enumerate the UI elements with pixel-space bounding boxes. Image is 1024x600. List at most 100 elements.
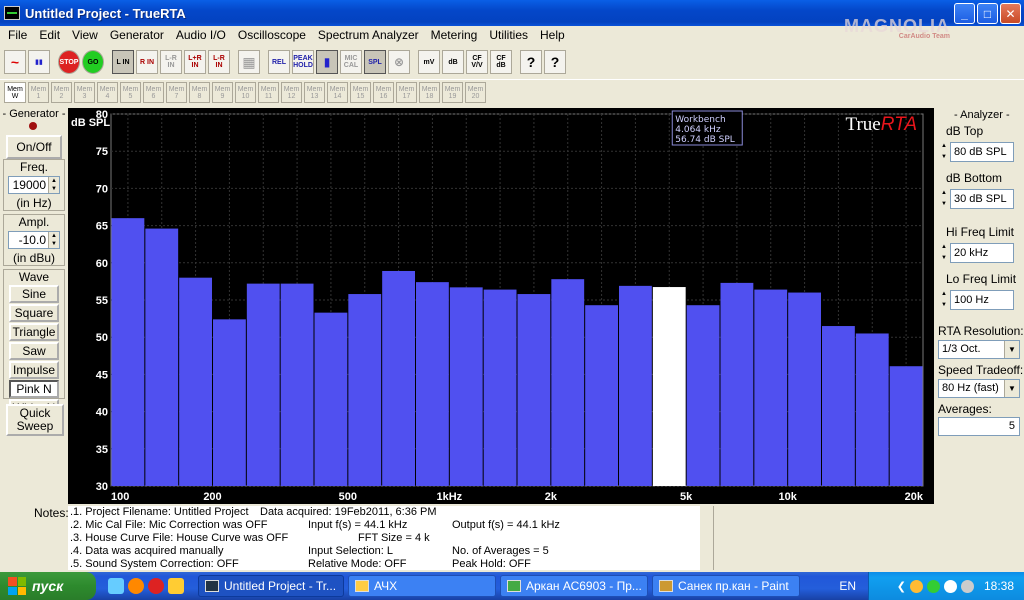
menu-edit[interactable]: Edit [33, 28, 66, 42]
mem-3-button[interactable]: Mem 3 [74, 82, 95, 103]
wave-square-button[interactable]: Square [9, 304, 59, 322]
menu-file[interactable]: File [2, 28, 33, 42]
menu-view[interactable]: View [66, 28, 104, 42]
l-r-in-button[interactable]: L-R IN [208, 50, 230, 74]
tray-volume-icon[interactable] [960, 579, 974, 593]
mem-10-button[interactable]: Mem 10 [235, 82, 256, 103]
db-button[interactable]: dB [442, 50, 464, 74]
menu-utilities[interactable]: Utilities [483, 28, 534, 42]
spin-up-icon[interactable]: ▲ [49, 177, 59, 185]
close-button[interactable]: ✕ [1000, 3, 1021, 24]
mv-button[interactable]: mV [418, 50, 440, 74]
ampl-spinner[interactable]: -10.0 ▲ ▼ [8, 231, 60, 249]
averages-field[interactable]: 5 [938, 417, 1020, 436]
stop-button[interactable]: STOP [58, 50, 80, 74]
spin-down-icon[interactable]: ▼ [938, 300, 950, 311]
dropdown-arrow-icon[interactable]: ▼ [1004, 341, 1019, 358]
ampl-value[interactable]: -10.0 [9, 232, 48, 248]
tray-monitor-icon[interactable] [943, 579, 957, 593]
menu-generator[interactable]: Generator [104, 28, 170, 42]
menu-metering[interactable]: Metering [425, 28, 484, 42]
wave-pink-noise-button[interactable]: Pink N [9, 380, 59, 398]
mem-8-button[interactable]: Mem 8 [189, 82, 210, 103]
generator-onoff-button[interactable]: On/Off [6, 135, 62, 159]
tray-expand-icon[interactable]: ❮ [897, 580, 906, 593]
spin-down-icon[interactable]: ▼ [49, 185, 59, 193]
task-paint[interactable]: Санек пр.кан - Paint [652, 575, 800, 597]
go-button[interactable]: GO [82, 50, 104, 74]
grid-button[interactable]: ▦ [238, 50, 260, 74]
notes-box[interactable]: .1. Project Filename: Untitled Project D… [68, 506, 700, 570]
bars-view-button[interactable]: ▮ [316, 50, 338, 74]
mem-15-button[interactable]: Mem 15 [350, 82, 371, 103]
left-in-button[interactable]: L IN [112, 50, 134, 74]
cf-db-button[interactable]: CF dB [490, 50, 512, 74]
spectrum-plot[interactable]: 3035404550556065707580dB SPL100 200 500 1kH… [68, 108, 934, 504]
spin-up-icon[interactable]: ▲ [938, 141, 950, 152]
hi-freq-field[interactable]: 20 kHz [950, 243, 1014, 263]
spin-up-icon[interactable]: ▲ [49, 232, 59, 240]
app-icon[interactable] [4, 6, 20, 20]
menu-spectrum-analyzer[interactable]: Spectrum Analyzer [312, 28, 425, 42]
spin-down-icon[interactable]: ▼ [49, 240, 59, 248]
rta-chart[interactable]: 30 35 40 45 50 55 60 65 70 75 80 dB SPL 100 200 500 1kH… [68, 108, 934, 504]
sine-wave-button[interactable]: ~ [4, 50, 26, 74]
context-help-button[interactable]: ? [544, 50, 566, 74]
mem-w-button[interactable]: Mem W [4, 82, 26, 103]
mic-cal-button[interactable]: MIC CAL [340, 50, 362, 74]
tray-network-icon[interactable] [926, 579, 940, 593]
tray-app-icon[interactable] [909, 579, 923, 593]
wave-impulse-button[interactable]: Impulse [9, 361, 59, 379]
wave-sine-button[interactable]: Sine [9, 285, 59, 303]
right-in-button[interactable]: R IN [136, 50, 158, 74]
db-bottom-field[interactable]: 30 dB SPL [950, 189, 1014, 209]
freq-value[interactable]: 19000 [9, 177, 48, 193]
opera-icon[interactable] [148, 578, 164, 594]
mem-9-button[interactable]: Mem 9 [212, 82, 233, 103]
spin-down-icon[interactable]: ▼ [938, 253, 950, 264]
spin-up-icon[interactable]: ▲ [938, 242, 950, 253]
mem-13-button[interactable]: Mem 13 [304, 82, 325, 103]
clear-button[interactable]: ⊗ [388, 50, 410, 74]
mem-18-button[interactable]: Mem 18 [419, 82, 440, 103]
speed-select[interactable]: 80 Hz (fast) ▼ [938, 379, 1020, 398]
quick-sweep-button[interactable]: Quick Sweep [6, 404, 64, 436]
spl-button[interactable]: SPL [364, 50, 386, 74]
rta-bars-button[interactable]: ▮▮ [28, 50, 50, 74]
wave-saw-button[interactable]: Saw [9, 342, 59, 360]
minimize-button[interactable]: _ [954, 3, 975, 24]
browser-icon[interactable] [128, 578, 144, 594]
mem-11-button[interactable]: Mem 11 [258, 82, 279, 103]
hi-freq-spinner[interactable]: ▲ ▼ 20 kHz [938, 242, 1014, 264]
mem-1-button[interactable]: Mem 1 [28, 82, 49, 103]
menu-audio-io[interactable]: Audio I/O [170, 28, 232, 42]
mem-20-button[interactable]: Mem 20 [465, 82, 486, 103]
dropdown-arrow-icon[interactable]: ▼ [1004, 380, 1019, 397]
rel-button[interactable]: REL [268, 50, 290, 74]
lo-freq-field[interactable]: 100 Hz [950, 290, 1014, 310]
freq-spinner[interactable]: 19000 ▲ ▼ [8, 176, 60, 194]
start-button[interactable]: пуск [0, 572, 96, 600]
media-icon[interactable] [168, 578, 184, 594]
mem-2-button[interactable]: Mem 2 [51, 82, 72, 103]
spin-down-icon[interactable]: ▼ [938, 199, 950, 210]
spin-up-icon[interactable]: ▲ [938, 188, 950, 199]
spin-up-icon[interactable]: ▲ [938, 289, 950, 300]
peak-hold-button[interactable]: PEAK HOLD [292, 50, 314, 74]
maximize-button[interactable]: □ [977, 3, 998, 24]
lo-freq-spinner[interactable]: ▲ ▼ 100 Hz [938, 289, 1014, 311]
mem-4-button[interactable]: Mem 4 [97, 82, 118, 103]
mem-5-button[interactable]: Mem 5 [120, 82, 141, 103]
mem-19-button[interactable]: Mem 19 [442, 82, 463, 103]
cf-vv-button[interactable]: CF V/V [466, 50, 488, 74]
mem-17-button[interactable]: Mem 17 [396, 82, 417, 103]
menu-oscilloscope[interactable]: Oscilloscope [232, 28, 312, 42]
l-minus-r-in-button[interactable]: L-R IN [160, 50, 182, 74]
resolution-select[interactable]: 1/3 Oct. ▼ [938, 340, 1020, 359]
show-desktop-icon[interactable] [108, 578, 124, 594]
mem-12-button[interactable]: Mem 12 [281, 82, 302, 103]
clock[interactable]: 18:38 [984, 579, 1014, 593]
spin-down-icon[interactable]: ▼ [938, 152, 950, 163]
menu-help[interactable]: Help [534, 28, 571, 42]
mem-6-button[interactable]: Mem 6 [143, 82, 164, 103]
